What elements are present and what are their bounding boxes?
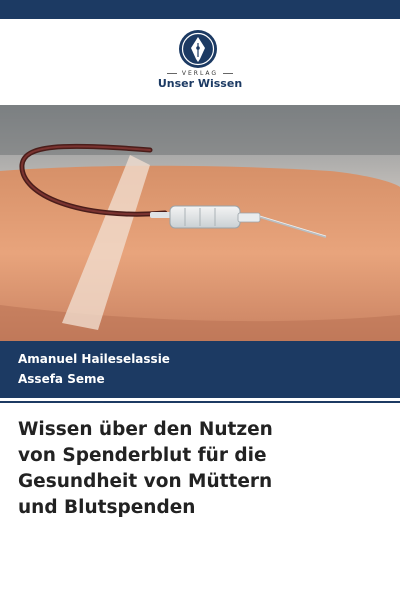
divider-line [0, 401, 400, 403]
author-name: Assefa Seme [18, 372, 105, 386]
imprint-text: VERLAG [181, 70, 219, 77]
book-title: Wissen über den Nutzen von Spenderblut f… [18, 417, 388, 521]
book-title-line: von Spenderblut für die [18, 445, 267, 466]
divider-dash-left [166, 73, 177, 74]
book-title-line: und Blutspenden [18, 497, 196, 518]
divider-dash-right [223, 73, 234, 74]
cover-photo [0, 105, 400, 341]
author-band: Amanuel Haileselassie Assefa Seme [0, 341, 400, 398]
publisher-name: Unser Wissen [157, 77, 243, 90]
fountain-pen-nib-icon [179, 30, 217, 68]
publisher-logo: VERLAG Unser Wissen [0, 24, 400, 100]
book-title-line: Gesundheit von Müttern [18, 471, 273, 492]
book-title-line: Wissen über den Nutzen [18, 419, 273, 440]
imprint-label: VERLAG [0, 70, 400, 77]
top-banner [0, 0, 400, 19]
author-name: Amanuel Haileselassie [18, 352, 170, 366]
